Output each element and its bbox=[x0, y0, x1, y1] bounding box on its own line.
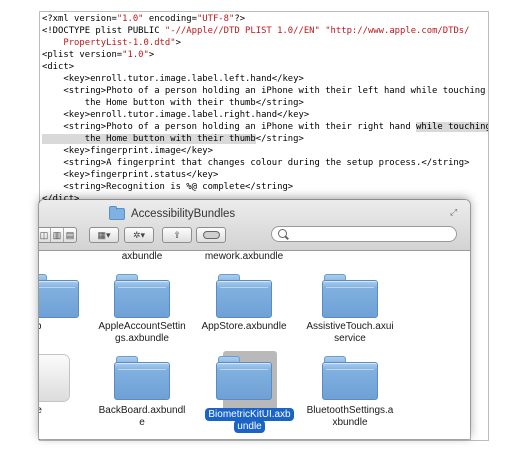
code-token: <plist version= bbox=[42, 50, 123, 60]
share-icon: ⇪ bbox=[173, 229, 181, 240]
code-line: PropertyList-1.0.dtd"> bbox=[42, 37, 488, 49]
file-item[interactable]: hImpleme bundle bbox=[39, 251, 75, 439]
code-line: <!DOCTYPE plist PUBLIC "-//Apple//DTD PL… bbox=[42, 25, 488, 37]
code-token: <key>fingerprint.image</key> bbox=[42, 146, 213, 156]
share-button[interactable]: ⇪ bbox=[162, 227, 192, 243]
coverflow-view-icon[interactable]: ▥ bbox=[51, 228, 64, 242]
code-token: </string> bbox=[255, 134, 304, 144]
code-token: <key>enroll.tutor.image.label.left.hand<… bbox=[42, 74, 304, 84]
search-icon bbox=[278, 229, 287, 238]
code-token: <?xml version= bbox=[42, 14, 117, 24]
code-token: <string>Photo of a person holding an iPh… bbox=[42, 86, 486, 96]
code-token: <string>Recognition is %@ complete</stri… bbox=[42, 182, 294, 192]
folder-icon bbox=[322, 356, 378, 400]
gear-icon: ✲▾ bbox=[132, 229, 146, 240]
code-token: <dict> bbox=[42, 62, 75, 72]
window-title-label: AccessibilityBundles bbox=[131, 208, 236, 220]
code-token: > bbox=[175, 38, 181, 48]
list-view-icon[interactable]: ▤ bbox=[64, 228, 76, 242]
code-token: > bbox=[148, 50, 155, 60]
code-token: PropertyList-1.0.dtd" bbox=[42, 38, 176, 48]
file-grid: r.bundleaxbundlemework.axbundlettings.ax… bbox=[39, 251, 470, 439]
tag-button[interactable] bbox=[196, 227, 226, 243]
code-line: <plist version="1.0"> bbox=[42, 49, 488, 61]
code-line: <string>A fingerprint that changes colou… bbox=[42, 157, 488, 169]
arrange-button[interactable]: ▦▾ bbox=[89, 227, 119, 243]
selected-item-label[interactable]: BiometricKitUI.axb undle bbox=[199, 408, 300, 433]
window-title: AccessibilityBundles bbox=[109, 206, 236, 220]
code-line: <key>enroll.tutor.image.label.left.hand<… bbox=[42, 73, 488, 85]
plugin-bundle-icon bbox=[39, 355, 69, 401]
file-item-label: BluetoothSettings.a xbundle bbox=[306, 405, 394, 428]
code-line: the Home button with their thumb</string… bbox=[42, 133, 488, 145]
fullscreen-icon[interactable]: ⤢ bbox=[450, 207, 460, 217]
folder-icon bbox=[114, 356, 170, 400]
search-field[interactable] bbox=[271, 226, 457, 242]
code-token: encoding= bbox=[143, 14, 197, 24]
code-token: "1.0" bbox=[122, 50, 149, 60]
code-line: <key>fingerprint.image</key> bbox=[42, 145, 488, 157]
code-token: <string>A fingerprint that changes colou… bbox=[42, 158, 470, 168]
selected-text: the Home button with their thumb bbox=[42, 134, 256, 144]
search-input[interactable] bbox=[290, 228, 450, 240]
code-token: <!DOCTYPE plist PUBLIC bbox=[42, 26, 165, 36]
file-item-label: hImpleme bundle bbox=[39, 405, 42, 416]
column-view-icon[interactable]: ◫ bbox=[39, 228, 51, 242]
code-line: <string>Recognition is %@ complete</stri… bbox=[42, 181, 488, 193]
view-mode-control[interactable]: ◫ ▥ ▤ bbox=[39, 227, 77, 243]
tag-icon bbox=[202, 231, 220, 239]
finder-window: AccessibilityBundles ⤢ ◫ ▥ ▤ ▦▾ ✲▾ ⇪ r.b… bbox=[39, 200, 470, 439]
plist-code: <?xml version="1.0" encoding="UTF-8"?> <!… bbox=[42, 13, 489, 217]
code-line: <?xml version="1.0" encoding="UTF-8"?> bbox=[42, 13, 488, 25]
code-line: <key>fingerprint.status</key> bbox=[42, 169, 488, 181]
folder-icon bbox=[109, 206, 125, 220]
file-item-label: BackBoard.axbundl e bbox=[98, 405, 186, 428]
folder-icon bbox=[216, 356, 272, 400]
file-item[interactable]: BluetoothSettings.a xbundle bbox=[295, 251, 405, 439]
code-line: <dict> bbox=[42, 61, 488, 73]
code-token: <key>enroll.tutor.image.label.right.hand… bbox=[42, 110, 310, 120]
code-line: <string>Photo of a person holding an iPh… bbox=[42, 85, 488, 97]
code-token: "1.0" bbox=[116, 14, 144, 24]
code-token: <key>fingerprint.status</key> bbox=[42, 170, 219, 180]
arrange-icon: ▦▾ bbox=[97, 229, 111, 240]
code-token: "UTF-8" bbox=[196, 14, 235, 24]
code-line: <key>enroll.tutor.image.label.right.hand… bbox=[42, 109, 488, 121]
finder-titlebar: AccessibilityBundles ⤢ ◫ ▥ ▤ ▦▾ ✲▾ ⇪ bbox=[39, 200, 470, 251]
code-token: the Home button with their thumb</string… bbox=[42, 98, 304, 108]
selected-text: while touching bbox=[416, 122, 489, 132]
file-item[interactable]: BackBoard.axbundl e bbox=[87, 251, 197, 439]
code-token: ?> bbox=[234, 14, 246, 24]
code-token: <string>Photo of a person holding an iPh… bbox=[42, 122, 417, 132]
code-line: the Home button with their thumb</string… bbox=[42, 97, 488, 109]
code-token: "-//Apple//DTD PLIST 1.0//EN" "http://ww… bbox=[164, 26, 470, 36]
action-button[interactable]: ✲▾ bbox=[124, 227, 154, 243]
code-line: <string>Photo of a person holding an iPh… bbox=[42, 121, 489, 133]
